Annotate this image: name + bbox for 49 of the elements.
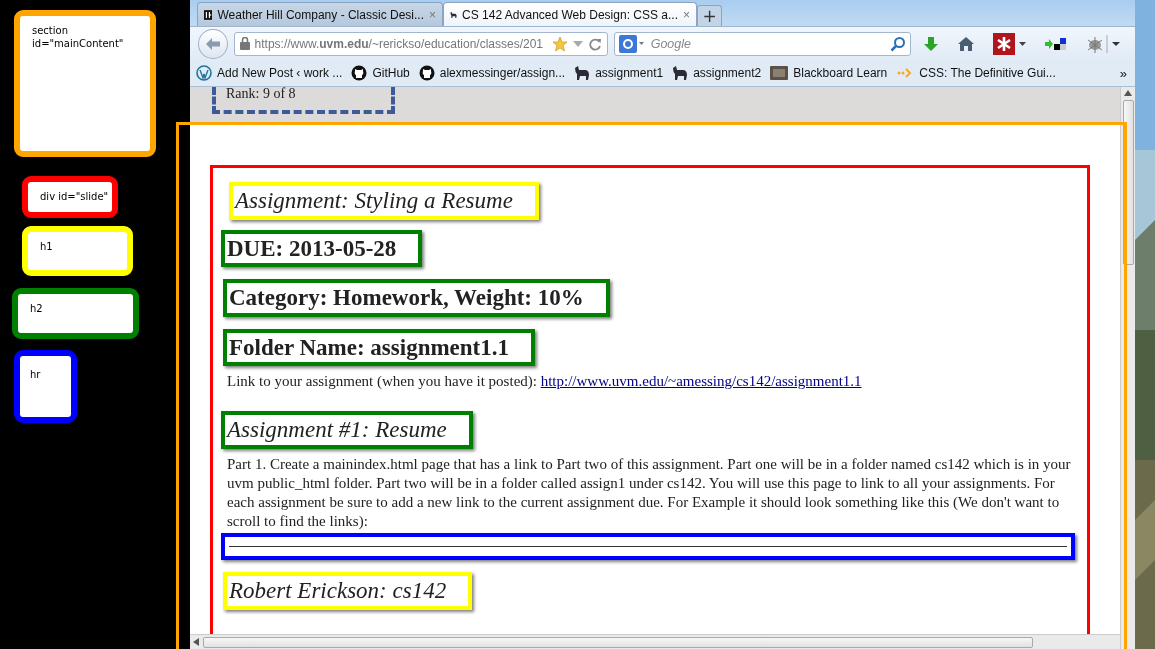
- bookmark-link[interactable]: GitHub: [351, 65, 410, 81]
- bookmark-link[interactable]: alexmessinger/assign...: [418, 65, 566, 81]
- bookmark-link[interactable]: assignment1: [574, 66, 664, 80]
- octocat-icon: [418, 65, 435, 81]
- back-button[interactable]: [198, 28, 228, 59]
- legend-label: h1: [40, 240, 53, 253]
- bookmark-link[interactable]: assignment2: [672, 66, 762, 80]
- bookmark-link[interactable]: Blackboard Learn: [770, 66, 888, 80]
- more-bookmarks-button[interactable]: »: [1119, 65, 1127, 81]
- search-input[interactable]: Google: [648, 35, 886, 52]
- scrollbar-thumb[interactable]: [203, 636, 1033, 648]
- wordpress-icon: [196, 65, 212, 81]
- scroll-left-icon[interactable]: [193, 638, 199, 646]
- legend-label: hr: [30, 368, 41, 381]
- link-label: Link to your assignment (when you have it posted):: [227, 373, 537, 390]
- horizontal-scrollbar[interactable]: [190, 634, 1120, 649]
- reload-icon[interactable]: [587, 36, 602, 51]
- page-subheading: Folder Name: assignment1.1: [223, 328, 536, 367]
- rank-box: Rank: 9 of 8: [212, 87, 395, 114]
- scroll-up-icon[interactable]: [1124, 90, 1132, 96]
- address-field[interactable]: https://www.uvm.edu/~rerickso/education/classes/201: [233, 31, 608, 56]
- octocat-icon: [351, 65, 368, 81]
- star-icon[interactable]: [551, 35, 568, 52]
- page-heading: Robert Erickson: cs142: [223, 572, 473, 610]
- instructions-paragraph: Part 1. Create a mainindex.html page that has a link to Part two of this assignment. Part one will be in a folder named cs142 which is in your uvm public_html folder. Part two will be in a folder called assign1 under cs142. You will use this page to link to all your assignments. For each assignment be sure to add a new link to the current assignment due. For Example it should look something like this (We don't want to scroll to find the links):: [227, 455, 1072, 532]
- assignment-link[interactable]: http://www.uvm.edu/~amessing/cs142/assignment1.1: [540, 373, 862, 390]
- legend-label: section id="mainContent": [32, 24, 124, 50]
- page-subheading: Assignment #1: Resume: [221, 411, 473, 449]
- page-subheading: Category: Homework, Weight: 10%: [223, 279, 610, 317]
- back-arrow-icon: [204, 36, 221, 51]
- legend-label: h2: [30, 302, 43, 315]
- search-icon[interactable]: [890, 35, 906, 52]
- browser-tab[interactable]: CS 142 Advanced Web Design: CSS a... ×: [443, 2, 697, 26]
- search-engine-icon[interactable]: [618, 34, 645, 53]
- legend-label: div id="slide": [40, 190, 109, 203]
- board-icon: [770, 66, 789, 80]
- bookmark-link[interactable]: Add New Post ‹ work ...: [196, 65, 343, 81]
- page-heading: Assignment: Styling a Resume: [229, 182, 539, 220]
- page-subheading: DUE: 2013-05-28: [221, 229, 423, 268]
- lock-icon: [239, 37, 250, 50]
- animal-icon: [574, 66, 591, 80]
- search-box[interactable]: Google: [613, 31, 911, 56]
- dropdown-icon[interactable]: [572, 39, 583, 48]
- new-tab-button[interactable]: +: [697, 5, 722, 26]
- browser-tab[interactable]: Weather Hill Company - Classic Desi... ×: [197, 2, 443, 26]
- bookmark-link[interactable]: CSS: The Definitive Gui...: [896, 66, 1056, 80]
- animal-icon: [672, 66, 689, 80]
- close-tab-icon[interactable]: ×: [683, 7, 690, 22]
- scrollbar-thumb[interactable]: [1122, 100, 1134, 265]
